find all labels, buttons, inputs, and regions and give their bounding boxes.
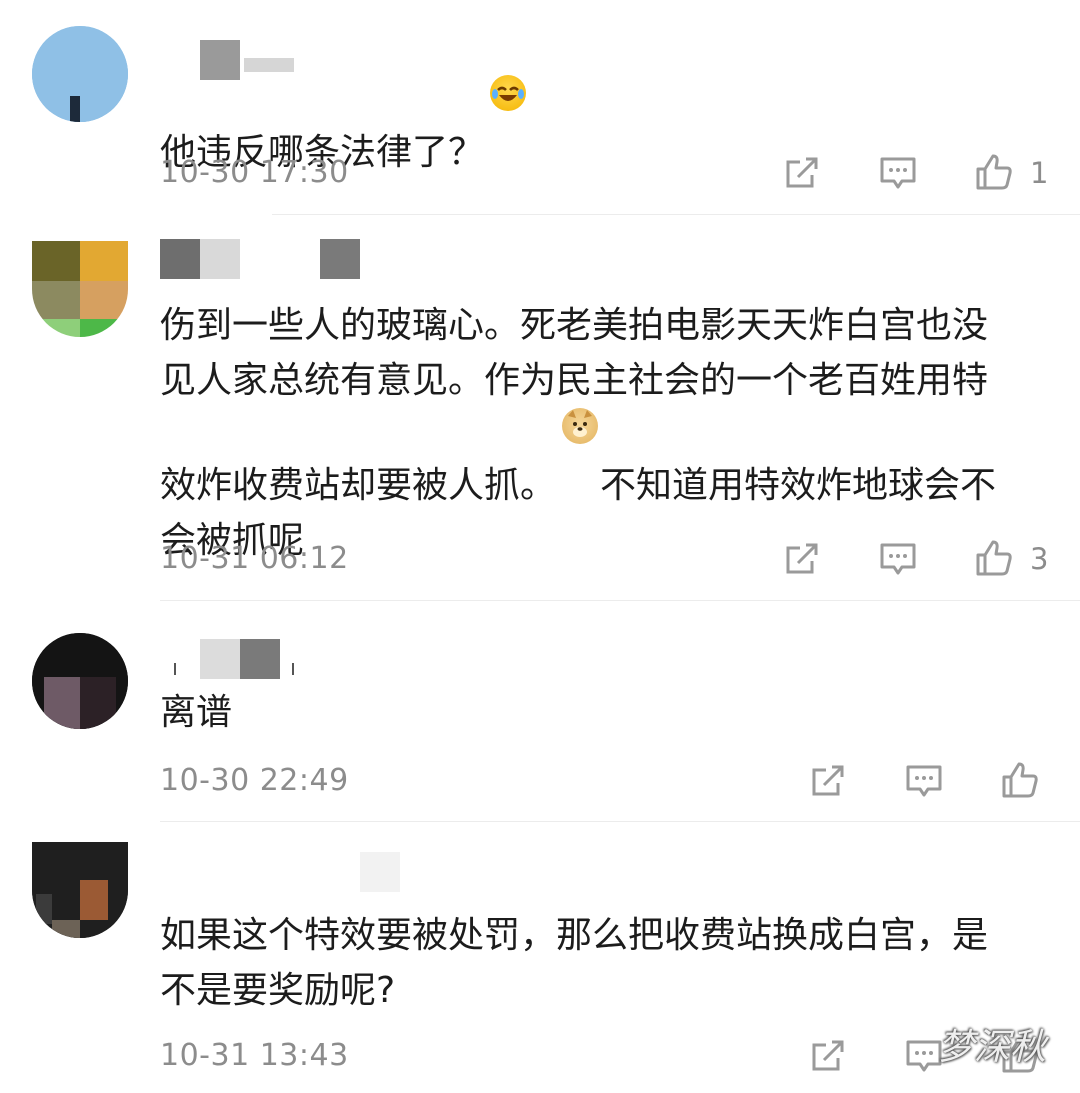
username-blurred[interactable]: [200, 40, 300, 80]
like-count: 3: [1030, 542, 1049, 576]
comment-text: 伤到一些人的玻璃心。死老美拍电影天天炸白宫也没 见人家总统有意见。作为民主社会的…: [160, 305, 997, 561]
timestamp: 10-31 13:43: [160, 1038, 349, 1073]
comment-2: 伤到一些人的玻璃心。死老美拍电影天天炸白宫也没 见人家总统有意见。作为民主社会的…: [0, 215, 1080, 601]
avatar-image: [32, 842, 128, 938]
avatar[interactable]: [32, 633, 128, 729]
like-icon[interactable]: [1000, 760, 1040, 800]
like-icon[interactable]: [974, 152, 1014, 192]
share-icon[interactable]: [808, 1036, 848, 1076]
timestamp: 10-30 17:30: [160, 155, 349, 190]
share-icon[interactable]: [808, 761, 848, 801]
share-icon[interactable]: [782, 539, 822, 579]
comment-text: 如果这个特效要被处罚，那么把收费站换成白宫，是 不是要奖励呢?: [160, 915, 989, 1011]
laughing-tears-emoji: [490, 75, 527, 111]
comment-4: 如果这个特效要被处罚，那么把收费站换成白宫，是 不是要奖励呢? 10-31 13…: [0, 822, 1080, 1093]
avatar-image: [32, 241, 128, 337]
watermark: 梦深秋: [938, 1027, 1047, 1068]
comment-3: 离谱 10-30 22:49: [0, 601, 1080, 821]
username-blurred[interactable]: [160, 239, 360, 279]
timestamp: 10-31 06:12: [160, 541, 349, 576]
avatar[interactable]: [32, 842, 128, 938]
comment-text: 离谱: [160, 692, 233, 733]
comment-1: 他违反哪条法律了？ 10-30 17:30 1: [0, 0, 1080, 215]
avatar[interactable]: [32, 241, 128, 337]
timestamp: 10-30 22:49: [160, 763, 349, 798]
reply-icon[interactable]: [904, 761, 944, 801]
like-icon[interactable]: [974, 538, 1014, 578]
username-blurred[interactable]: [160, 639, 300, 679]
like-count: 1: [1030, 156, 1049, 190]
reply-icon[interactable]: [878, 539, 918, 579]
reply-icon[interactable]: [878, 153, 918, 193]
doge-emoji: [562, 408, 599, 444]
avatar-image: [32, 26, 128, 122]
username-blurred[interactable]: [360, 852, 400, 892]
avatar-image: [32, 633, 128, 729]
share-icon[interactable]: [782, 153, 822, 193]
avatar[interactable]: [32, 26, 128, 122]
